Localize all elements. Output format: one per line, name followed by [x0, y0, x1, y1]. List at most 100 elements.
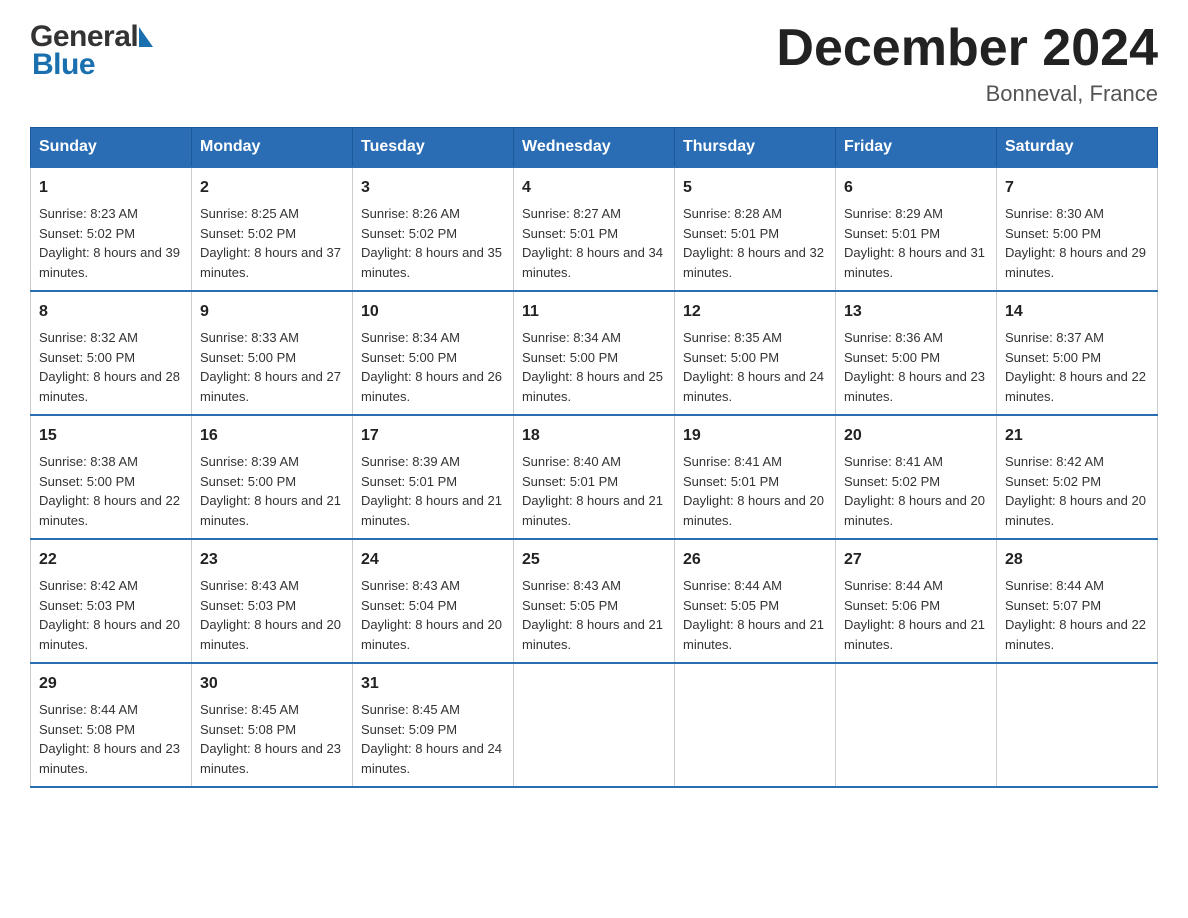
daylight-label: Daylight: 8 hours and 22 minutes. — [39, 493, 180, 528]
sunrise-label: Sunrise: 8:39 AM — [361, 454, 460, 469]
daylight-label: Daylight: 8 hours and 39 minutes. — [39, 245, 180, 280]
sunset-label: Sunset: 5:00 PM — [39, 474, 135, 489]
calendar-cell: 28 Sunrise: 8:44 AM Sunset: 5:07 PM Dayl… — [997, 539, 1158, 663]
day-number: 24 — [361, 548, 505, 572]
calendar-cell: 4 Sunrise: 8:27 AM Sunset: 5:01 PM Dayli… — [514, 167, 675, 291]
day-number: 12 — [683, 300, 827, 324]
daylight-label: Daylight: 8 hours and 34 minutes. — [522, 245, 663, 280]
day-number: 11 — [522, 300, 666, 324]
calendar-week-row: 8 Sunrise: 8:32 AM Sunset: 5:00 PM Dayli… — [31, 291, 1158, 415]
daylight-label: Daylight: 8 hours and 22 minutes. — [1005, 617, 1146, 652]
sunrise-label: Sunrise: 8:41 AM — [844, 454, 943, 469]
day-number: 4 — [522, 176, 666, 200]
day-number: 17 — [361, 424, 505, 448]
calendar-cell: 17 Sunrise: 8:39 AM Sunset: 5:01 PM Dayl… — [353, 415, 514, 539]
calendar-week-row: 29 Sunrise: 8:44 AM Sunset: 5:08 PM Dayl… — [31, 663, 1158, 787]
sunrise-label: Sunrise: 8:28 AM — [683, 206, 782, 221]
day-number: 1 — [39, 176, 183, 200]
calendar-cell: 31 Sunrise: 8:45 AM Sunset: 5:09 PM Dayl… — [353, 663, 514, 787]
calendar-day-header: Sunday — [31, 128, 192, 168]
sunrise-label: Sunrise: 8:45 AM — [361, 702, 460, 717]
day-number: 6 — [844, 176, 988, 200]
sunrise-label: Sunrise: 8:33 AM — [200, 330, 299, 345]
day-number: 3 — [361, 176, 505, 200]
sunset-label: Sunset: 5:02 PM — [200, 226, 296, 241]
sunset-label: Sunset: 5:01 PM — [522, 226, 618, 241]
daylight-label: Daylight: 8 hours and 29 minutes. — [1005, 245, 1146, 280]
sunset-label: Sunset: 5:00 PM — [39, 350, 135, 365]
calendar-day-header: Wednesday — [514, 128, 675, 168]
page-header: General Blue December 2024 Bonneval, Fra… — [30, 20, 1158, 107]
calendar-cell: 24 Sunrise: 8:43 AM Sunset: 5:04 PM Dayl… — [353, 539, 514, 663]
day-number: 27 — [844, 548, 988, 572]
daylight-label: Daylight: 8 hours and 21 minutes. — [844, 617, 985, 652]
sunset-label: Sunset: 5:03 PM — [39, 598, 135, 613]
sunset-label: Sunset: 5:08 PM — [39, 722, 135, 737]
sunset-label: Sunset: 5:01 PM — [844, 226, 940, 241]
daylight-label: Daylight: 8 hours and 21 minutes. — [683, 617, 824, 652]
calendar-cell: 15 Sunrise: 8:38 AM Sunset: 5:00 PM Dayl… — [31, 415, 192, 539]
calendar-cell: 25 Sunrise: 8:43 AM Sunset: 5:05 PM Dayl… — [514, 539, 675, 663]
sunrise-label: Sunrise: 8:36 AM — [844, 330, 943, 345]
sunrise-label: Sunrise: 8:27 AM — [522, 206, 621, 221]
calendar-cell: 12 Sunrise: 8:35 AM Sunset: 5:00 PM Dayl… — [675, 291, 836, 415]
daylight-label: Daylight: 8 hours and 22 minutes. — [1005, 369, 1146, 404]
calendar-cell — [675, 663, 836, 787]
day-number: 19 — [683, 424, 827, 448]
daylight-label: Daylight: 8 hours and 31 minutes. — [844, 245, 985, 280]
sunset-label: Sunset: 5:00 PM — [844, 350, 940, 365]
logo-blue-text: Blue — [32, 48, 153, 82]
calendar-cell: 21 Sunrise: 8:42 AM Sunset: 5:02 PM Dayl… — [997, 415, 1158, 539]
day-number: 20 — [844, 424, 988, 448]
sunrise-label: Sunrise: 8:41 AM — [683, 454, 782, 469]
sunrise-label: Sunrise: 8:44 AM — [844, 578, 943, 593]
day-number: 29 — [39, 672, 183, 696]
sunset-label: Sunset: 5:06 PM — [844, 598, 940, 613]
day-number: 9 — [200, 300, 344, 324]
daylight-label: Daylight: 8 hours and 25 minutes. — [522, 369, 663, 404]
calendar-table: SundayMondayTuesdayWednesdayThursdayFrid… — [30, 127, 1158, 788]
sunrise-label: Sunrise: 8:39 AM — [200, 454, 299, 469]
daylight-label: Daylight: 8 hours and 20 minutes. — [200, 617, 341, 652]
day-number: 21 — [1005, 424, 1149, 448]
calendar-cell: 18 Sunrise: 8:40 AM Sunset: 5:01 PM Dayl… — [514, 415, 675, 539]
daylight-label: Daylight: 8 hours and 20 minutes. — [683, 493, 824, 528]
day-number: 5 — [683, 176, 827, 200]
calendar-cell: 2 Sunrise: 8:25 AM Sunset: 5:02 PM Dayli… — [192, 167, 353, 291]
sunset-label: Sunset: 5:02 PM — [1005, 474, 1101, 489]
sunrise-label: Sunrise: 8:38 AM — [39, 454, 138, 469]
sunrise-label: Sunrise: 8:25 AM — [200, 206, 299, 221]
calendar-cell: 26 Sunrise: 8:44 AM Sunset: 5:05 PM Dayl… — [675, 539, 836, 663]
calendar-week-row: 22 Sunrise: 8:42 AM Sunset: 5:03 PM Dayl… — [31, 539, 1158, 663]
calendar-cell: 13 Sunrise: 8:36 AM Sunset: 5:00 PM Dayl… — [836, 291, 997, 415]
sunset-label: Sunset: 5:02 PM — [844, 474, 940, 489]
sunrise-label: Sunrise: 8:32 AM — [39, 330, 138, 345]
calendar-day-header: Monday — [192, 128, 353, 168]
daylight-label: Daylight: 8 hours and 23 minutes. — [39, 741, 180, 776]
day-number: 10 — [361, 300, 505, 324]
sunset-label: Sunset: 5:08 PM — [200, 722, 296, 737]
calendar-day-header: Thursday — [675, 128, 836, 168]
calendar-cell: 6 Sunrise: 8:29 AM Sunset: 5:01 PM Dayli… — [836, 167, 997, 291]
day-number: 8 — [39, 300, 183, 324]
sunset-label: Sunset: 5:04 PM — [361, 598, 457, 613]
sunrise-label: Sunrise: 8:23 AM — [39, 206, 138, 221]
calendar-header-row: SundayMondayTuesdayWednesdayThursdayFrid… — [31, 128, 1158, 168]
daylight-label: Daylight: 8 hours and 20 minutes. — [361, 617, 502, 652]
calendar-cell: 30 Sunrise: 8:45 AM Sunset: 5:08 PM Dayl… — [192, 663, 353, 787]
sunrise-label: Sunrise: 8:43 AM — [200, 578, 299, 593]
calendar-day-header: Friday — [836, 128, 997, 168]
sunset-label: Sunset: 5:01 PM — [522, 474, 618, 489]
sunrise-label: Sunrise: 8:40 AM — [522, 454, 621, 469]
sunset-label: Sunset: 5:00 PM — [361, 350, 457, 365]
sunrise-label: Sunrise: 8:44 AM — [1005, 578, 1104, 593]
calendar-cell: 16 Sunrise: 8:39 AM Sunset: 5:00 PM Dayl… — [192, 415, 353, 539]
day-number: 16 — [200, 424, 344, 448]
sunset-label: Sunset: 5:01 PM — [361, 474, 457, 489]
sunset-label: Sunset: 5:00 PM — [200, 350, 296, 365]
daylight-label: Daylight: 8 hours and 21 minutes. — [522, 617, 663, 652]
day-number: 28 — [1005, 548, 1149, 572]
calendar-week-row: 15 Sunrise: 8:38 AM Sunset: 5:00 PM Dayl… — [31, 415, 1158, 539]
sunset-label: Sunset: 5:02 PM — [39, 226, 135, 241]
sunset-label: Sunset: 5:05 PM — [522, 598, 618, 613]
